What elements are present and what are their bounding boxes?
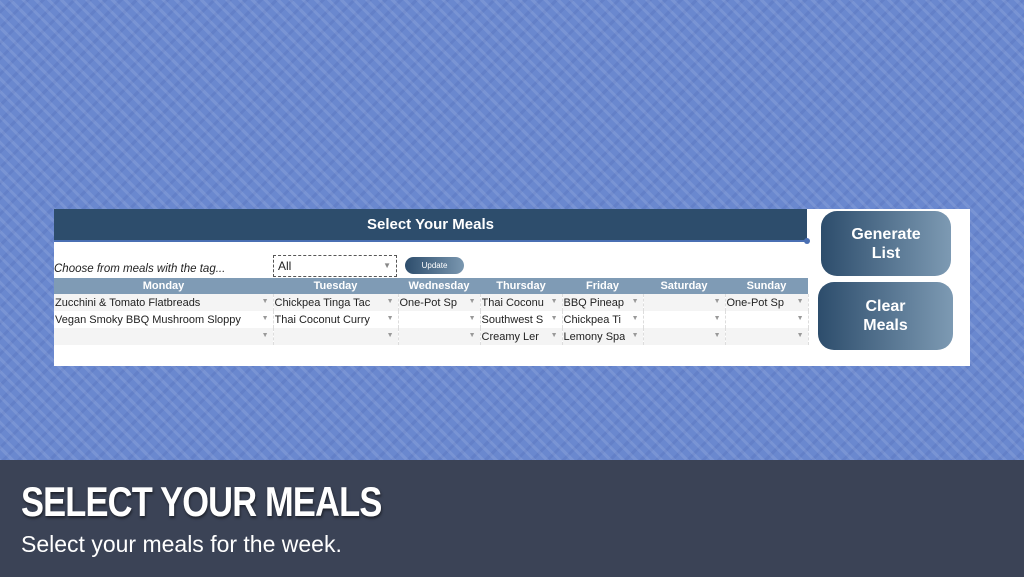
selection-handle[interactable] [804,238,810,244]
meal-row: ▼ ▼ ▼ Creamy Ler ▼ Lemony Spa ▼ ▼ ▼ [54,328,809,345]
chevron-down-icon: ▼ [383,261,391,270]
chevron-down-icon[interactable]: ▼ [469,315,476,322]
caption-subtitle: Select your meals for the week. [21,531,342,557]
generate-list-label-1: Generate [851,225,921,243]
clear-meals-label-1: Clear [865,298,906,315]
meal-dropdown-saturday[interactable]: ▼ [643,328,726,345]
chevron-down-icon[interactable]: ▼ [797,315,804,322]
meal-dropdown-wednesday[interactable]: ▼ [398,328,481,345]
generate-list-button[interactable]: Generate List [821,211,951,276]
meal-dropdown-wednesday[interactable]: ▼ [398,311,481,328]
meal-dropdown-monday[interactable]: Vegan Smoky BBQ Mushroom Sloppy ▼ [54,311,274,328]
chevron-down-icon[interactable]: ▼ [714,298,721,305]
meal-planner-panel: Select Your Meals Choose from meals with… [54,209,970,366]
chevron-down-icon[interactable]: ▼ [797,332,804,339]
sheet-title: Select Your Meals [366,216,494,233]
clear-meals-button[interactable]: Clear Meals [818,282,953,350]
chevron-down-icon[interactable]: ▼ [797,298,804,305]
meal-dropdown-friday[interactable]: Lemony Spa ▼ [562,328,644,345]
meal-value: Chickpea Ti [563,313,621,326]
day-header-friday: Friday [562,278,643,294]
meal-value: Thai Coconu [481,296,544,309]
update-button[interactable]: Update [405,257,464,274]
chevron-down-icon[interactable]: ▼ [632,315,639,322]
chevron-down-icon[interactable]: ▼ [632,298,639,305]
meal-dropdown-tuesday[interactable]: Chickpea Tinga Tac ▼ [273,294,399,311]
day-header-sunday: Sunday [725,278,808,294]
meal-dropdown-saturday[interactable]: ▼ [643,311,726,328]
meal-value: Lemony Spa [563,330,626,343]
day-header-thursday: Thursday [480,278,562,294]
meal-value: Vegan Smoky BBQ Mushroom Sloppy [55,313,241,326]
chevron-down-icon[interactable]: ▼ [632,332,639,339]
meal-value: Thai Coconut Curry [274,313,370,326]
chevron-down-icon[interactable]: ▼ [387,315,394,322]
chevron-down-icon[interactable]: ▼ [714,315,721,322]
meal-dropdown-monday[interactable]: Zucchini & Tomato Flatbreads ▼ [54,294,274,311]
meal-dropdown-thursday[interactable]: Creamy Ler ▼ [480,328,563,345]
meal-row: Vegan Smoky BBQ Mushroom Sloppy ▼ Thai Coc… [54,311,809,328]
caption-bar: SELECT YOUR MEALS Select your meals for … [0,460,1024,577]
chevron-down-icon[interactable]: ▼ [387,298,394,305]
meal-dropdown-sunday[interactable]: ▼ [725,311,809,328]
meal-dropdown-tuesday[interactable]: Thai Coconut Curry ▼ [273,311,399,328]
meal-dropdown-thursday[interactable]: Thai Coconu ▼ [480,294,563,311]
day-header-tuesday: Tuesday [273,278,398,294]
chevron-down-icon[interactable]: ▼ [469,298,476,305]
meal-row: Zucchini & Tomato Flatbreads ▼ Chickpea Ti… [54,294,809,311]
chevron-down-icon[interactable]: ▼ [714,332,721,339]
meal-dropdown-wednesday[interactable]: One-Pot Sp ▼ [398,294,481,311]
meal-grid: Monday Tuesday Wednesday Thursday Friday Satu… [54,278,809,345]
meal-dropdown-tuesday[interactable]: ▼ [273,328,399,345]
meal-value: Zucchini & Tomato Flatbreads [55,296,201,309]
meal-value: BBQ Pineap [563,296,625,309]
meal-dropdown-monday[interactable]: ▼ [54,328,274,345]
caption-title: SELECT YOUR MEALS [21,478,382,525]
sheet-header: Select Your Meals [54,209,810,244]
tag-filter-select[interactable]: All ▼ [273,255,397,277]
meal-value: Creamy Ler [481,330,539,343]
day-header-saturday: Saturday [643,278,725,294]
generate-list-label-2: List [871,244,901,262]
chevron-down-icon[interactable]: ▼ [387,332,394,339]
chevron-down-icon[interactable]: ▼ [551,315,558,322]
meal-dropdown-friday[interactable]: Chickpea Ti ▼ [562,311,644,328]
meal-dropdown-friday[interactable]: BBQ Pineap ▼ [562,294,644,311]
tag-filter-value: All [278,259,292,273]
meal-value: Chickpea Tinga Tac [274,296,371,309]
chevron-down-icon[interactable]: ▼ [551,298,558,305]
meal-dropdown-sunday[interactable]: One-Pot Sp ▼ [725,294,809,311]
meal-dropdown-thursday[interactable]: Southwest S ▼ [480,311,563,328]
meal-value: Southwest S [481,313,544,326]
meal-value: One-Pot Sp [399,296,457,309]
meal-value: One-Pot Sp [726,296,784,309]
clear-meals-label-2: Meals [863,317,908,334]
tag-filter-label: Choose from meals with the tag... [54,263,226,275]
chevron-down-icon[interactable]: ▼ [262,298,269,305]
chevron-down-icon[interactable]: ▼ [262,315,269,322]
meal-dropdown-sunday[interactable]: ▼ [725,328,809,345]
day-header-wednesday: Wednesday [398,278,480,294]
chevron-down-icon[interactable]: ▼ [551,332,558,339]
chevron-down-icon[interactable]: ▼ [262,332,269,339]
meal-dropdown-saturday[interactable]: ▼ [643,294,726,311]
chevron-down-icon[interactable]: ▼ [469,332,476,339]
day-header-monday: Monday [54,278,273,294]
